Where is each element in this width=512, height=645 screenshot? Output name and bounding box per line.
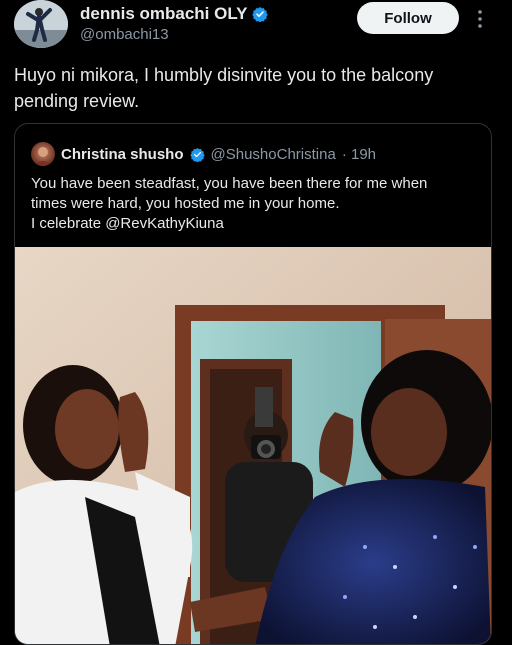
avatar-photo-icon (14, 0, 68, 48)
more-options-icon[interactable] (472, 8, 488, 30)
media-photo (15, 247, 491, 644)
quoted-tweet-media[interactable] (15, 247, 491, 644)
verified-badge-icon (251, 7, 268, 22)
follow-button[interactable]: Follow (357, 2, 459, 34)
quoted-text-line: You have been steadfast, you have been t… (31, 175, 428, 192)
quoted-author-avatar[interactable] (31, 142, 55, 166)
author-handle[interactable]: @ombachi13 (80, 26, 268, 43)
quoted-tweet-header: Christina shusho @ShushoChristina · 19h (31, 142, 376, 166)
author-display-name[interactable]: dennis ombachi OLY (80, 4, 248, 24)
author-avatar[interactable] (14, 0, 68, 48)
tweet-header: dennis ombachi OLY @ombachi13 Follow (0, 0, 512, 52)
quoted-text-line: times were hard, you hosted me in your h… (31, 195, 340, 212)
quoted-tweet-text: You have been steadfast, you have been t… (31, 174, 481, 234)
quoted-timestamp[interactable]: · 19h (342, 146, 376, 163)
quoted-verified-badge-icon (189, 147, 205, 162)
tweet-text: Huyo ni mikora, I humbly disinvite you t… (14, 65, 434, 111)
quoted-tweet-card[interactable]: Christina shusho @ShushoChristina · 19h … (14, 123, 492, 645)
quoted-display-name[interactable]: Christina shusho (61, 146, 184, 163)
quoted-avatar-photo-icon (34, 147, 52, 166)
quoted-handle[interactable]: @ShushoChristina (211, 146, 336, 163)
quoted-text-line: I celebrate @RevKathyKiuna (31, 215, 224, 232)
